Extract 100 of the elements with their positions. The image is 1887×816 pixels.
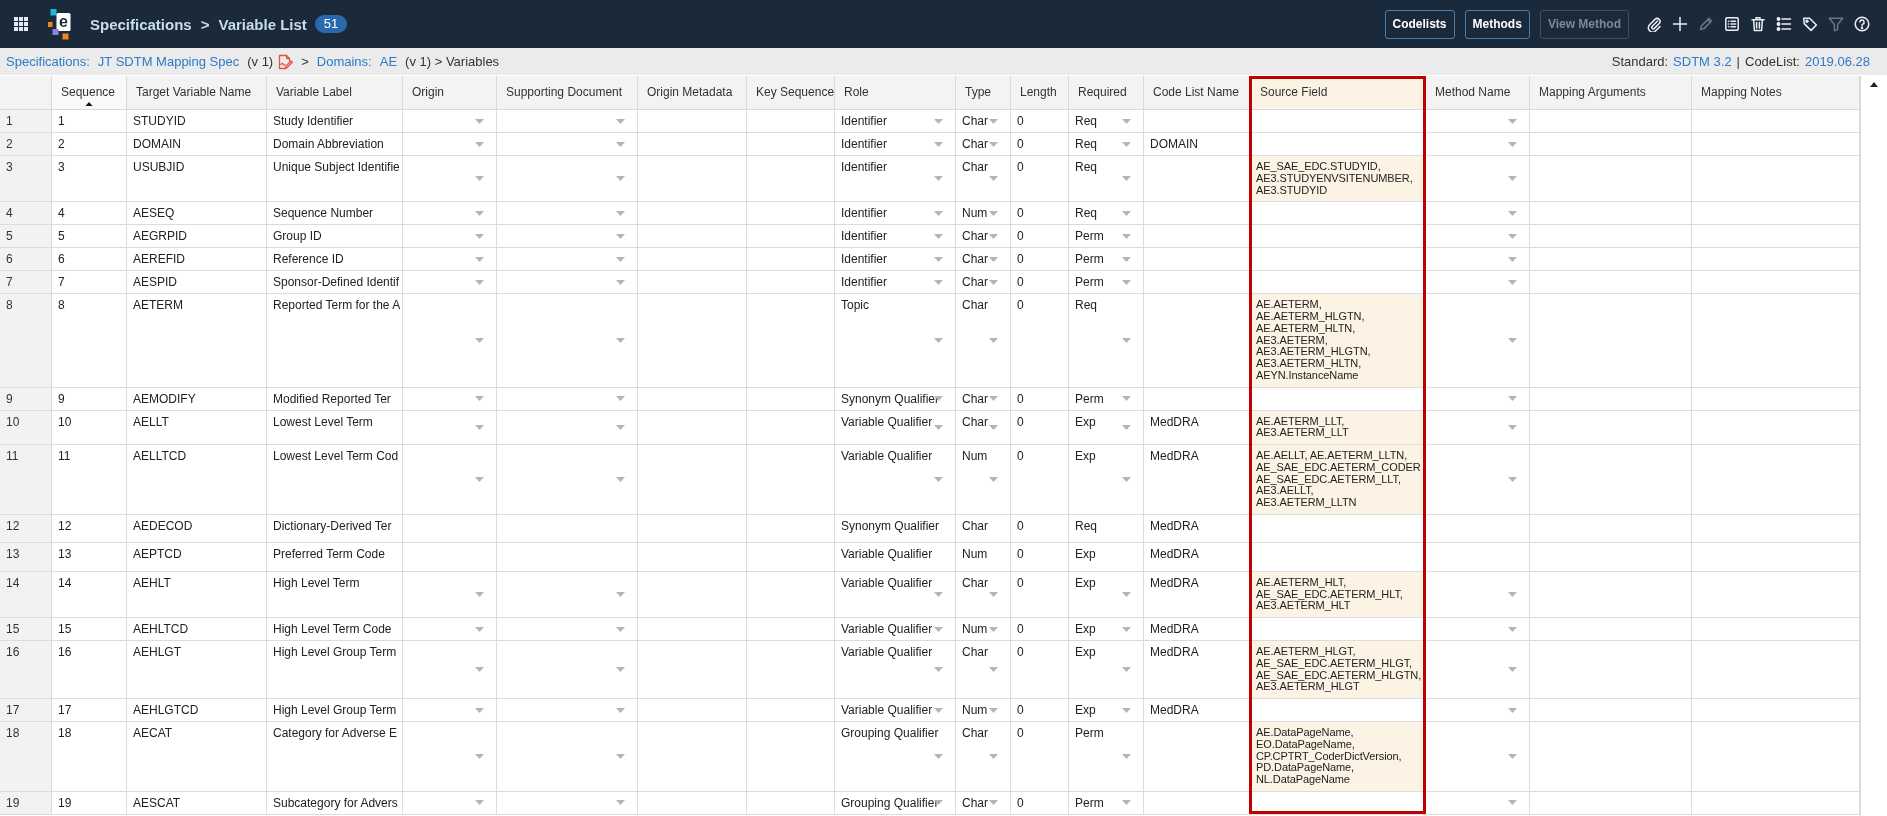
breadcrumb-link[interactable]: Domains: <box>316 54 372 69</box>
dropdown-field[interactable]: Grouping Qualifier <box>835 722 956 792</box>
help-icon[interactable] <box>1854 16 1870 32</box>
dropdown-field[interactable]: Req <box>1069 133 1144 156</box>
dropdown-field[interactable] <box>1426 722 1530 792</box>
dropdown-field[interactable]: Grouping Qualifier <box>835 791 956 815</box>
dropdown-field[interactable] <box>1426 202 1530 226</box>
list-box-icon[interactable] <box>1724 16 1740 32</box>
dropdown-field[interactable] <box>497 133 638 156</box>
dropdown-field[interactable] <box>1426 699 1530 722</box>
dropdown-field[interactable]: Char <box>956 571 1011 618</box>
dropdown-field[interactable] <box>1426 225 1530 249</box>
standard-link[interactable]: SDTM 3.2 <box>1673 54 1732 69</box>
dropdown-field[interactable] <box>1426 271 1530 295</box>
dropdown-field[interactable]: Num <box>956 202 1011 226</box>
dropdown-field[interactable]: Req <box>1069 294 1144 388</box>
dropdown-field[interactable]: Identifier <box>835 202 956 226</box>
column-header[interactable]: Mapping Arguments <box>1530 76 1692 110</box>
dropdown-field[interactable]: Identifier <box>835 248 956 272</box>
dropdown-field[interactable]: Exp <box>1069 571 1144 618</box>
dropdown-field[interactable]: Char <box>956 271 1011 295</box>
column-header[interactable]: Origin Metadata <box>638 76 747 110</box>
dropdown-field[interactable]: Perm <box>1069 387 1144 411</box>
column-header[interactable]: Key Sequence <box>747 76 835 110</box>
dropdown-field[interactable]: Char <box>956 294 1011 388</box>
dropdown-field[interactable]: Perm <box>1069 271 1144 295</box>
dropdown-field[interactable] <box>1426 571 1530 618</box>
dropdown-field[interactable]: Variable Qualifier <box>835 445 956 515</box>
dropdown-field[interactable]: Identifier <box>835 225 956 249</box>
dropdown-field[interactable] <box>403 387 497 411</box>
dropdown-field[interactable]: Exp <box>1069 410 1144 445</box>
dropdown-field[interactable] <box>403 133 497 156</box>
dropdown-field[interactable]: Exp <box>1069 618 1144 641</box>
dropdown-field[interactable]: Perm <box>1069 225 1144 249</box>
dropdown-field[interactable] <box>497 410 638 445</box>
dropdown-field[interactable] <box>497 225 638 249</box>
dropdown-field[interactable]: Perm <box>1069 248 1144 272</box>
breadcrumb-link[interactable]: AE <box>379 54 398 69</box>
dropdown-field[interactable] <box>497 699 638 722</box>
dropdown-field[interactable]: Char <box>956 248 1011 272</box>
sort-ascending-icon[interactable] <box>85 102 93 106</box>
dropdown-field[interactable]: Num <box>956 445 1011 515</box>
dropdown-field[interactable] <box>497 156 638 203</box>
dropdown-field[interactable] <box>1426 791 1530 815</box>
dropdown-field[interactable]: Char <box>956 791 1011 815</box>
dropdown-field[interactable]: Identifier <box>835 133 956 156</box>
dropdown-field[interactable] <box>497 294 638 388</box>
tag-icon[interactable] <box>1802 16 1818 32</box>
dropdown-field[interactable]: Identifier <box>835 110 956 133</box>
dropdown-field[interactable]: Perm <box>1069 722 1144 792</box>
dropdown-field[interactable] <box>1426 618 1530 641</box>
dropdown-field[interactable] <box>403 571 497 618</box>
dropdown-field[interactable] <box>497 618 638 641</box>
column-header[interactable]: Length <box>1011 76 1069 110</box>
dropdown-field[interactable] <box>497 722 638 792</box>
dropdown-field[interactable]: Char <box>956 641 1011 699</box>
dropdown-field[interactable]: Char <box>956 225 1011 249</box>
dropdown-field[interactable]: Char <box>956 722 1011 792</box>
toolbar-button[interactable]: Methods <box>1464 9 1530 39</box>
document-pen-icon[interactable] <box>277 53 294 70</box>
bulleted-list-icon[interactable] <box>1776 16 1792 32</box>
dropdown-field[interactable] <box>403 618 497 641</box>
dropdown-field[interactable]: Topic <box>835 294 956 388</box>
dropdown-field[interactable] <box>1426 133 1530 156</box>
dropdown-field[interactable]: Exp <box>1069 699 1144 722</box>
dropdown-field[interactable] <box>1426 156 1530 203</box>
dropdown-field[interactable] <box>1426 410 1530 445</box>
dropdown-field[interactable] <box>403 156 497 203</box>
apps-grid-icon[interactable] <box>14 17 28 31</box>
dropdown-field[interactable]: Exp <box>1069 641 1144 699</box>
column-header[interactable]: Required <box>1069 76 1144 110</box>
dropdown-field[interactable] <box>403 248 497 272</box>
dropdown-field[interactable]: Req <box>1069 110 1144 133</box>
dropdown-field[interactable]: Char <box>956 110 1011 133</box>
column-header[interactable]: Method Name <box>1426 76 1530 110</box>
dropdown-field[interactable]: Num <box>956 618 1011 641</box>
dropdown-field[interactable] <box>403 722 497 792</box>
dropdown-field[interactable]: Perm <box>1069 791 1144 815</box>
dropdown-field[interactable] <box>403 699 497 722</box>
dropdown-field[interactable]: Variable Qualifier <box>835 618 956 641</box>
dropdown-field[interactable]: Char <box>956 410 1011 445</box>
dropdown-field[interactable] <box>403 271 497 295</box>
dropdown-field[interactable] <box>497 445 638 515</box>
dropdown-field[interactable] <box>497 641 638 699</box>
dropdown-field[interactable] <box>1426 110 1530 133</box>
dropdown-field[interactable] <box>403 202 497 226</box>
column-header[interactable]: Sequence <box>52 76 127 110</box>
dropdown-field[interactable]: Num <box>956 699 1011 722</box>
dropdown-field[interactable]: Variable Qualifier <box>835 571 956 618</box>
dropdown-field[interactable]: Exp <box>1069 445 1144 515</box>
dropdown-field[interactable]: Identifier <box>835 271 956 295</box>
dropdown-field[interactable] <box>1426 387 1530 411</box>
plus-icon[interactable] <box>1672 16 1688 32</box>
dropdown-field[interactable] <box>1426 641 1530 699</box>
dropdown-field[interactable] <box>497 271 638 295</box>
dropdown-field[interactable] <box>1426 294 1530 388</box>
column-header[interactable]: Code List Name <box>1144 76 1251 110</box>
breadcrumb-link[interactable]: JT SDTM Mapping Spec <box>97 54 240 69</box>
dropdown-field[interactable] <box>497 791 638 815</box>
dropdown-field[interactable] <box>1426 248 1530 272</box>
